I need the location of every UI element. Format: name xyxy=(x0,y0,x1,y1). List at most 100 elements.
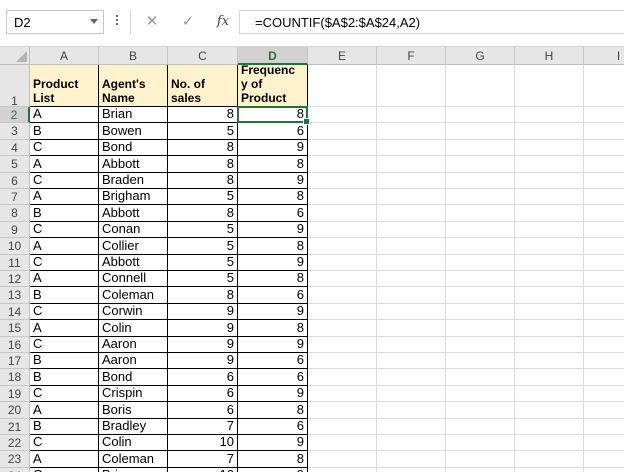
table-cell-d2[interactable]: 8 xyxy=(238,107,308,124)
empty-cell[interactable] xyxy=(515,435,584,452)
table-cell-d10[interactable]: 8 xyxy=(238,238,308,255)
empty-cell[interactable] xyxy=(377,123,446,140)
row-header-5[interactable]: 5 xyxy=(0,156,30,173)
header-cell[interactable]: Agent's Name xyxy=(99,65,168,107)
table-cell-a3[interactable]: B xyxy=(30,123,99,140)
table-cell-b22[interactable]: Colin xyxy=(99,435,168,452)
empty-cell[interactable] xyxy=(584,419,624,435)
row-header-4[interactable]: 4 xyxy=(0,139,30,157)
table-cell-d24[interactable]: 9 xyxy=(238,467,308,472)
table-cell-c16[interactable]: 9 xyxy=(168,336,238,353)
table-cell-c6[interactable]: 8 xyxy=(168,172,238,189)
spreadsheet-grid[interactable]: A B C D E F G H I 1 2 3 4 5 6 7 8 9 10 11 12 13 14 15 16 17 18 19 20… xyxy=(0,46,624,472)
empty-cell[interactable] xyxy=(446,254,515,271)
empty-cell[interactable] xyxy=(308,320,377,337)
empty-cell[interactable] xyxy=(308,402,377,419)
empty-cell[interactable] xyxy=(377,467,446,472)
empty-cell[interactable] xyxy=(515,172,584,189)
empty-cell[interactable] xyxy=(584,386,624,403)
table-cell-d19[interactable]: 9 xyxy=(238,385,308,403)
empty-cell[interactable] xyxy=(446,303,515,321)
empty-cell[interactable] xyxy=(515,402,584,419)
table-cell-a22[interactable]: C xyxy=(30,435,99,452)
table-cell-c12[interactable]: 5 xyxy=(168,271,238,288)
empty-cell[interactable] xyxy=(446,221,515,239)
row-header-12[interactable]: 12 xyxy=(0,271,30,288)
table-cell-b21[interactable]: Bradley xyxy=(99,418,168,435)
row-header-11[interactable]: 11 xyxy=(0,254,30,271)
row-header-22[interactable]: 22 xyxy=(0,435,30,452)
row-header-14[interactable]: 14 xyxy=(0,303,30,321)
table-cell-a14[interactable]: C xyxy=(30,303,99,321)
table-cell-d12[interactable]: 8 xyxy=(238,271,308,288)
empty-cell[interactable] xyxy=(515,336,584,353)
empty-cell[interactable] xyxy=(308,254,377,271)
empty-cell[interactable] xyxy=(446,172,515,189)
table-cell-c20[interactable]: 6 xyxy=(168,402,238,419)
empty-cell[interactable] xyxy=(308,172,377,189)
empty-cell[interactable] xyxy=(308,123,377,140)
row-header-16[interactable]: 16 xyxy=(0,336,30,353)
table-cell-d18[interactable]: 6 xyxy=(238,369,308,386)
empty-cell[interactable] xyxy=(308,65,377,107)
table-cell-a7[interactable]: A xyxy=(30,189,99,206)
table-cell-b8[interactable]: Abbott xyxy=(99,205,168,222)
empty-cell[interactable] xyxy=(446,189,515,206)
empty-cell[interactable] xyxy=(446,402,515,419)
empty-cell[interactable] xyxy=(584,123,624,140)
table-cell-b20[interactable]: Boris xyxy=(99,402,168,419)
empty-cell[interactable] xyxy=(515,303,584,321)
empty-cell[interactable] xyxy=(308,369,377,386)
empty-cell[interactable] xyxy=(377,418,446,435)
empty-cell[interactable] xyxy=(377,156,446,173)
empty-cell[interactable] xyxy=(515,418,584,435)
empty-cell[interactable] xyxy=(515,451,584,468)
table-cell-b18[interactable]: Bond xyxy=(99,369,168,386)
row-header-2[interactable]: 2 xyxy=(0,107,30,124)
column-header-i[interactable]: I xyxy=(584,47,624,65)
empty-cell[interactable] xyxy=(515,238,584,255)
table-cell-d5[interactable]: 8 xyxy=(238,156,308,173)
row-header-24[interactable]: 24 xyxy=(0,467,30,472)
row-header-20[interactable]: 20 xyxy=(0,402,30,419)
table-cell-b10[interactable]: Collier xyxy=(99,238,168,255)
table-cell-d6[interactable]: 9 xyxy=(238,172,308,189)
empty-cell[interactable] xyxy=(584,320,624,337)
empty-cell[interactable] xyxy=(515,287,584,304)
empty-cell[interactable] xyxy=(446,353,515,370)
column-header-d[interactable]: D xyxy=(238,47,308,65)
empty-cell[interactable] xyxy=(446,123,515,140)
table-cell-c13[interactable]: 8 xyxy=(168,287,238,304)
table-cell-c8[interactable]: 8 xyxy=(168,205,238,222)
table-cell-b2[interactable]: Brian xyxy=(99,107,168,124)
empty-cell[interactable] xyxy=(308,336,377,353)
empty-cell[interactable] xyxy=(377,435,446,452)
empty-cell[interactable] xyxy=(377,189,446,206)
empty-cell[interactable] xyxy=(515,65,584,107)
empty-cell[interactable] xyxy=(515,156,584,173)
table-cell-a2[interactable]: A xyxy=(30,107,99,124)
empty-cell[interactable] xyxy=(584,304,624,321)
table-cell-b23[interactable]: Coleman xyxy=(99,451,168,468)
table-cell-d23[interactable]: 8 xyxy=(238,451,308,468)
column-header-f[interactable]: F xyxy=(377,47,446,65)
empty-cell[interactable] xyxy=(515,107,584,124)
empty-cell[interactable] xyxy=(446,238,515,255)
empty-cell[interactable] xyxy=(584,271,624,288)
empty-cell[interactable] xyxy=(377,65,446,107)
empty-cell[interactable] xyxy=(377,271,446,288)
empty-cell[interactable] xyxy=(584,255,624,271)
empty-cell[interactable] xyxy=(446,65,515,107)
row-header-9[interactable]: 9 xyxy=(0,221,30,239)
row-header-3[interactable]: 3 xyxy=(0,123,30,140)
column-header-a[interactable]: A xyxy=(30,47,99,65)
enter-check-icon[interactable]: ✓ xyxy=(177,10,199,34)
empty-cell[interactable] xyxy=(377,107,446,124)
empty-cell[interactable] xyxy=(515,320,584,337)
table-cell-d11[interactable]: 9 xyxy=(238,254,308,271)
empty-cell[interactable] xyxy=(377,205,446,222)
empty-cell[interactable] xyxy=(515,123,584,140)
table-cell-b9[interactable]: Conan xyxy=(99,221,168,239)
table-cell-b13[interactable]: Coleman xyxy=(99,287,168,304)
empty-cell[interactable] xyxy=(584,222,624,239)
